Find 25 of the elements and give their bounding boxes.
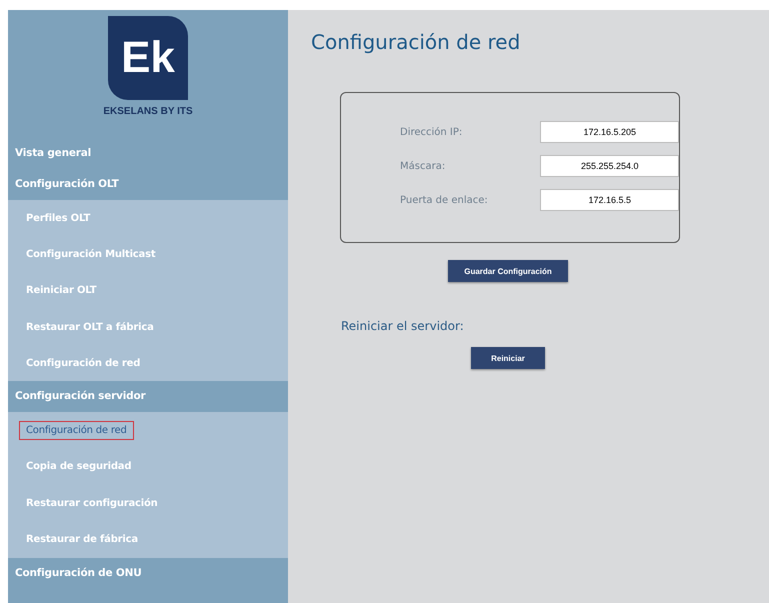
sidebar-item[interactable]: Restaurar OLT a fábrica [26,318,154,336]
sidebar-item[interactable]: Configuración Multicast [26,246,156,263]
field-label: Máscara: [400,160,446,172]
sidebar-group[interactable]: Configuración servidor [8,381,288,412]
sidebar-item[interactable]: Copia de seguridad [26,458,132,476]
field-label: Dirección IP: [400,126,464,138]
sidebar-group[interactable]: Configuración de ONU [8,558,288,589]
input-field[interactable]: 255.255.254.0 [540,155,679,177]
brand-name: EKSELANS BY ITS [103,106,193,117]
restart-button[interactable]: Reiniciar [471,347,545,369]
input-field[interactable]: 172.16.5.5 [540,189,679,211]
sidebar-item[interactable]: Reiniciar OLT [26,282,96,300]
sidebar-item[interactable]: Configuración de red [26,354,140,372]
sidebar-item[interactable]: Restaurar de fábrica [26,531,138,548]
input-field[interactable]: 172.16.5.205 [540,121,679,143]
section-heading: Reiniciar el servidor: [341,319,465,333]
sidebar-item[interactable]: Configuración de red [19,421,134,440]
logo-mark: Ek [108,16,188,100]
sidebar-item[interactable]: Restaurar configuración [26,494,158,512]
sidebar-group[interactable]: Configuración OLT [8,169,288,200]
save-button[interactable]: Guardar Configuración [448,260,568,282]
field-label: Puerta de enlace: [400,194,489,206]
page-title: Configuración de red [311,30,522,54]
sidebar-group[interactable]: Vista general [8,138,288,169]
sidebar-item[interactable]: Perfiles OLT [26,210,90,227]
